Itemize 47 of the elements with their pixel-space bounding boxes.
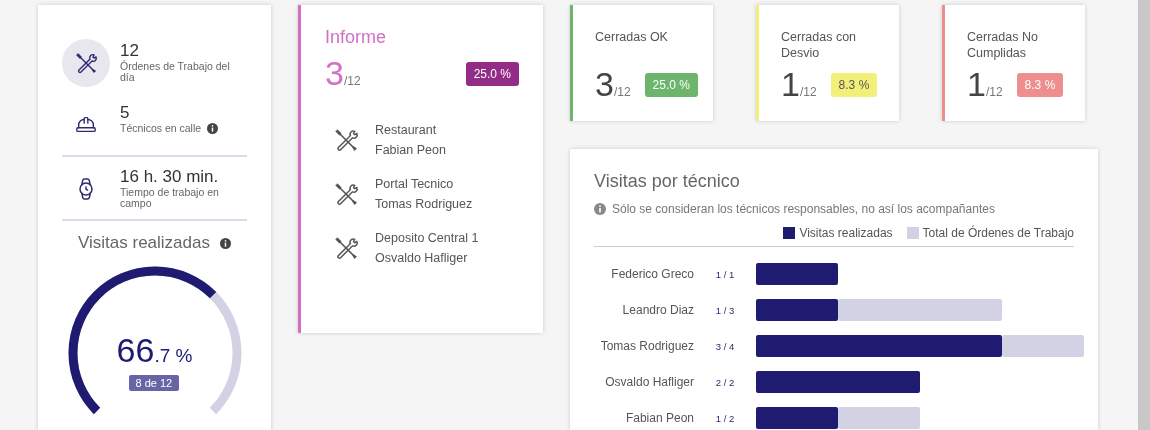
info-icon[interactable] (220, 237, 231, 249)
percent-badge: 25.0 % (465, 61, 519, 86)
visit-ratio: 2 / 2 (714, 376, 736, 388)
percent-badge: 25.0 % (644, 72, 698, 97)
status-title: Cerradas OK (595, 29, 669, 46)
technician-name: Fabian Peon (624, 411, 694, 425)
status-title: Cerradas No Cumplidas (967, 29, 1039, 62)
stat-value: 12 (120, 41, 140, 60)
technician-name: Osvaldo Hafliger (375, 251, 469, 265)
place-name: Portal Tecnico (375, 177, 455, 191)
info-icon (594, 203, 606, 215)
place-name: Deposito Central 1 (375, 231, 479, 245)
technician-name: Fabian Peon (375, 143, 446, 157)
scrollbar[interactable] (1138, 0, 1150, 430)
status-count: 1/12 (781, 65, 817, 104)
stat-value: 5 (120, 103, 131, 123)
tools-icon (74, 51, 98, 75)
status-count: 1/12 (967, 65, 1003, 104)
legend-label: Visitas realizadas (799, 226, 893, 240)
status-title: Cerradas con Desvio (781, 29, 858, 62)
visit-ratio: 1 / 1 (714, 268, 736, 280)
stat-value: 16 h. 30 min. (120, 167, 220, 187)
report-title: Informe (325, 27, 388, 48)
technician-name: Tomas Rodriguez (599, 339, 694, 353)
gauge-title: Visitas realizadas (78, 233, 210, 253)
info-icon[interactable] (207, 123, 219, 134)
technician-name: Osvaldo Hafliger (604, 375, 694, 389)
place-name: Restaurant (375, 123, 438, 137)
technician-name: Federico Greco (610, 267, 694, 281)
percent-badge: 8.3 % (830, 72, 878, 97)
legend-label: Total de Órdenes de Trabajo (922, 226, 1074, 240)
status-count: 3/12 (595, 65, 631, 104)
percent-badge: 8.3 % (1016, 72, 1064, 97)
report-count: 3/12 (325, 54, 361, 93)
tools-icon (333, 181, 359, 207)
chart-note: Sólo se consideran los técnicos responsables, no así los acompañantes (612, 202, 995, 216)
tools-icon (333, 127, 359, 153)
stat-label: Técnicos en calle (120, 123, 202, 134)
stat-label: Órdenes de Trabajo del día (120, 61, 231, 83)
visit-ratio: 3 / 4 (714, 340, 736, 352)
technician-name: Tomas Rodriguez (375, 197, 473, 211)
chart-title: Visitas por técnico (594, 171, 741, 192)
visit-ratio: 1 / 3 (714, 304, 736, 316)
visit-ratio: 1 / 2 (714, 412, 736, 424)
stat-label: Tiempo de trabajo en campo (120, 187, 220, 209)
tools-icon (333, 235, 359, 261)
technician-name: Leandro Diaz (621, 303, 694, 317)
